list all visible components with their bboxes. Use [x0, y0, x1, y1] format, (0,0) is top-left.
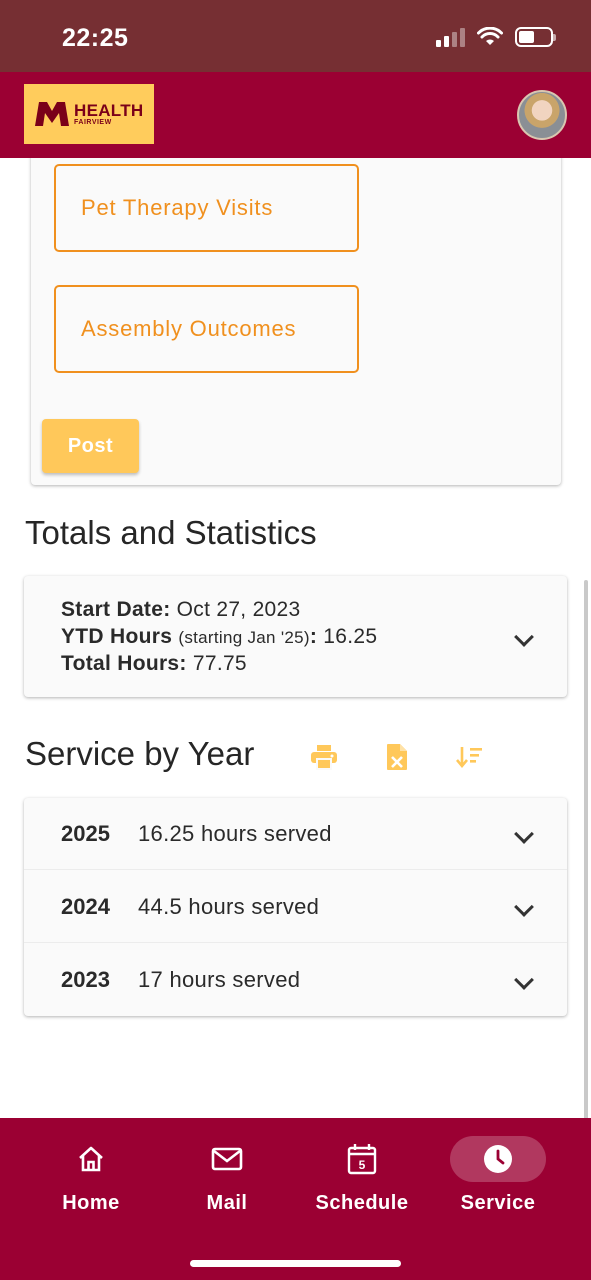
nav-label-home: Home [62, 1192, 120, 1214]
chevron-down-icon[interactable] [514, 824, 534, 844]
status-bar: 22:25 [0, 0, 591, 72]
year-row[interactable]: 2023 17 hours served [24, 944, 567, 1016]
pet-therapy-visits-button[interactable]: Pet Therapy Visits [54, 164, 359, 252]
m-logo-icon [35, 102, 69, 126]
ytd-hours-note: (starting Jan '25) [178, 628, 310, 647]
mail-icon [179, 1136, 275, 1182]
excel-file-icon[interactable] [378, 738, 416, 776]
form-card: Pet Therapy Visits Assembly Outcomes Pos… [31, 158, 561, 485]
year-label: 2023 [61, 967, 110, 992]
chevron-down-icon[interactable] [514, 627, 534, 647]
service-by-year-title: Service by Year [25, 735, 255, 772]
scrollbar[interactable] [584, 580, 588, 1210]
nav-item-schedule[interactable]: 5 Schedule [297, 1136, 427, 1226]
app-header: HEALTH FAIRVIEW [0, 72, 591, 158]
chevron-down-icon[interactable] [514, 897, 534, 917]
ytd-colon: : [309, 625, 318, 648]
service-toolbar [305, 738, 489, 776]
clock-icon [450, 1136, 546, 1182]
total-hours-value: 77.75 [192, 652, 247, 675]
year-row[interactable]: 2025 16.25 hours served [24, 798, 567, 870]
battery-icon [515, 27, 556, 47]
health-fairview-logo[interactable]: HEALTH FAIRVIEW [24, 84, 154, 144]
assembly-outcomes-button[interactable]: Assembly Outcomes [54, 285, 359, 373]
nav-label-schedule: Schedule [315, 1192, 409, 1214]
total-hours-label: Total Hours: [61, 652, 187, 675]
home-indicator[interactable] [190, 1260, 401, 1267]
start-date-line: Start Date: Oct 27, 2023 [61, 598, 301, 622]
year-label: 2025 [61, 821, 110, 846]
year-row[interactable]: 2024 44.5 hours served [24, 871, 567, 943]
chevron-down-icon[interactable] [514, 970, 534, 990]
sort-descending-icon[interactable] [451, 738, 489, 776]
ytd-hours-value: 16.25 [323, 625, 378, 648]
home-icon [43, 1136, 139, 1182]
nav-label-mail: Mail [206, 1192, 248, 1214]
ytd-hours-label: YTD Hours [61, 625, 173, 648]
logo-health-text: HEALTH [74, 101, 144, 120]
year-hours: 17 hours served [138, 967, 301, 992]
status-time: 22:25 [62, 24, 129, 52]
nav-item-mail[interactable]: Mail [162, 1136, 292, 1226]
start-date-value: Oct 27, 2023 [176, 598, 301, 621]
totals-card[interactable]: Start Date: Oct 27, 2023 YTD Hours (star… [24, 576, 567, 697]
ytd-hours-line: YTD Hours (starting Jan '25): 16.25 [61, 625, 377, 649]
start-date-label: Start Date: [61, 598, 171, 621]
nav-label-service: Service [460, 1192, 536, 1214]
status-icons [436, 27, 556, 47]
year-hours: 44.5 hours served [138, 894, 320, 919]
bottom-nav: Home Mail 5 Schedule Service [0, 1118, 591, 1280]
totals-title: Totals and Statistics [25, 514, 317, 551]
logo-fairview-text: FAIRVIEW [74, 119, 112, 126]
nav-item-home[interactable]: Home [26, 1136, 156, 1226]
year-label: 2024 [61, 894, 110, 919]
print-icon[interactable] [305, 738, 343, 776]
nav-item-service[interactable]: Service [433, 1136, 563, 1226]
service-years-card: 2025 16.25 hours served 2024 44.5 hours … [24, 798, 567, 1016]
post-button[interactable]: Post [42, 419, 139, 473]
cellular-signal-icon [436, 27, 465, 47]
wifi-icon [477, 27, 503, 45]
main-content[interactable]: Pet Therapy Visits Assembly Outcomes Pos… [0, 158, 591, 1118]
calendar-badge: 5 [359, 1158, 366, 1172]
avatar[interactable] [517, 90, 567, 140]
year-hours: 16.25 hours served [138, 821, 332, 846]
total-hours-line: Total Hours: 77.75 [61, 652, 247, 676]
calendar-icon: 5 [314, 1136, 410, 1182]
